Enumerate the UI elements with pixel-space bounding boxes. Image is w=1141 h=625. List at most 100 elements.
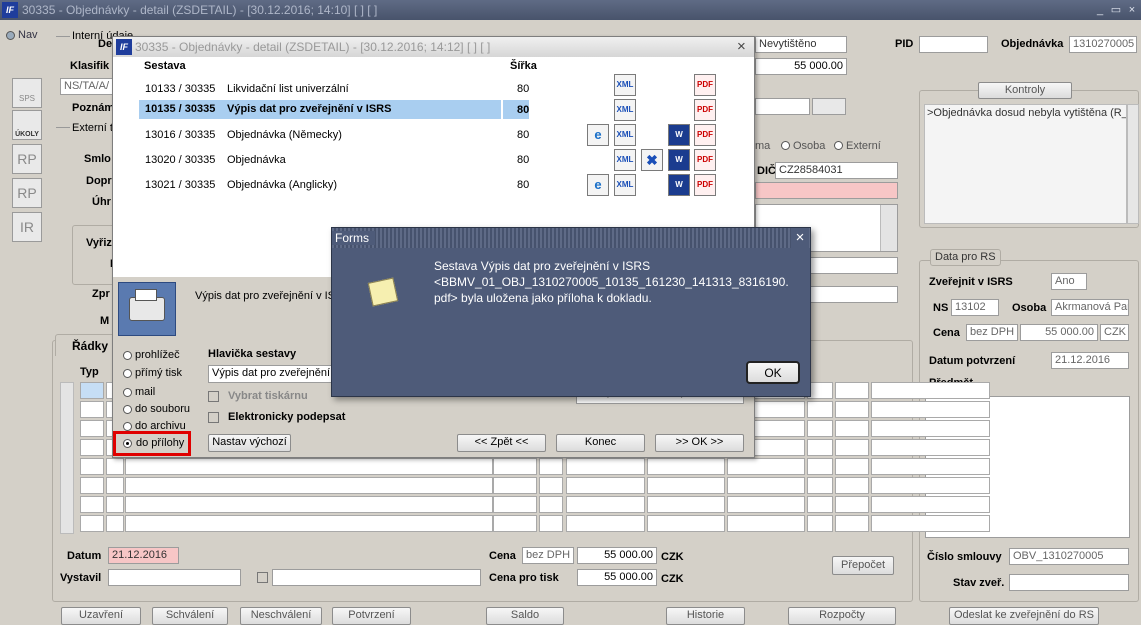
grid-cell[interactable] xyxy=(80,477,104,494)
grid-cell[interactable] xyxy=(493,496,537,513)
required-field[interactable] xyxy=(755,182,898,199)
grid-cell[interactable] xyxy=(871,420,990,437)
vystavil-field[interactable] xyxy=(108,569,241,586)
cena-field[interactable]: 55 000.00 xyxy=(577,547,657,564)
grid-cell[interactable] xyxy=(80,515,104,532)
grid-cell[interactable] xyxy=(871,458,990,475)
grid-cell[interactable] xyxy=(807,515,833,532)
grid-cell[interactable] xyxy=(727,477,805,494)
output-option[interactable]: mail xyxy=(121,386,191,400)
report-row-selected[interactable]: 10135 / 30335 Výpis dat pro zveřejnění v… xyxy=(139,100,501,119)
grid-cell[interactable] xyxy=(727,496,805,513)
grid-cell[interactable] xyxy=(835,515,869,532)
pid-field[interactable] xyxy=(919,36,988,53)
grid-cell[interactable] xyxy=(125,477,493,494)
restore-icon[interactable]: ▭ xyxy=(1109,3,1123,17)
nav-toggle[interactable]: Nav xyxy=(4,28,44,42)
tab-radky[interactable]: Řádky xyxy=(55,334,117,356)
grid-cell[interactable] xyxy=(835,496,869,513)
pdf-icon[interactable]: PDF xyxy=(694,149,716,171)
grid-cell[interactable] xyxy=(807,439,833,456)
grid-cell[interactable] xyxy=(647,496,725,513)
forms-dialog-close-icon[interactable]: × xyxy=(791,228,809,248)
grid-cell[interactable] xyxy=(566,496,645,513)
kontroly-button[interactable]: Kontroly xyxy=(978,82,1072,99)
rp-icon[interactable]: RP xyxy=(12,144,42,174)
zpet-button[interactable]: << Zpět << xyxy=(457,434,546,452)
grid-cell[interactable] xyxy=(539,458,563,475)
tasks-icon[interactable]: ÚKOLY xyxy=(12,110,42,140)
nav-radio-icon[interactable] xyxy=(6,31,15,40)
report-row[interactable]: 13016 / 30335 Objednávka (Německy) 80 xyxy=(139,125,739,145)
ok-report-button[interactable]: >> OK >> xyxy=(655,434,744,452)
extra-field-1[interactable] xyxy=(755,98,810,115)
vystavil-checkbox[interactable] xyxy=(257,572,268,583)
grid-cell[interactable] xyxy=(106,458,124,475)
grid-cell[interactable] xyxy=(871,496,990,513)
vystavil-name-field[interactable] xyxy=(272,569,481,586)
radio-osoba[interactable] xyxy=(781,141,790,150)
close-window-icon[interactable]: × xyxy=(1125,3,1139,17)
output-option-priloha[interactable]: do přílohy xyxy=(113,431,191,456)
grid-cell[interactable] xyxy=(493,458,537,475)
dic-field[interactable]: CZ28584031 xyxy=(775,162,898,179)
grid-cell[interactable] xyxy=(871,477,990,494)
nastav-vychozi-button[interactable]: Nastav výchozí xyxy=(208,434,291,452)
cena-dph-field[interactable]: bez DPH xyxy=(522,547,574,564)
grid-cell[interactable] xyxy=(807,477,833,494)
datum-potvrzeni-field[interactable]: 21.12.2016 xyxy=(1051,352,1129,369)
grid-cell[interactable] xyxy=(647,458,725,475)
stav-field[interactable]: Nevytištěno xyxy=(755,36,847,53)
rs-cena-dph-field[interactable]: bez DPH xyxy=(966,324,1018,341)
grid-cell[interactable] xyxy=(80,401,104,418)
grid-cell[interactable] xyxy=(539,477,563,494)
grid-cell[interactable] xyxy=(106,477,124,494)
radio-externi[interactable] xyxy=(834,141,843,150)
output-option[interactable]: přímý tisk xyxy=(121,367,191,381)
grid-cell[interactable] xyxy=(566,515,645,532)
schvaleni-button[interactable]: Schválení xyxy=(152,607,228,625)
grid-cell[interactable] xyxy=(871,401,990,418)
vybrat-tiskarnu-checkbox[interactable] xyxy=(208,391,219,402)
cross-icon[interactable]: ✖ xyxy=(641,149,663,171)
grid-cell[interactable] xyxy=(106,515,124,532)
grid-cell[interactable] xyxy=(566,458,645,475)
pdf-icon[interactable]: PDF xyxy=(694,99,716,121)
extra-field-2[interactable] xyxy=(812,98,846,115)
report-row[interactable]: 13021 / 30335 Objednávka (Anglicky) 80 xyxy=(139,175,739,195)
pdf-icon[interactable]: PDF xyxy=(694,74,716,96)
minimize-icon[interactable]: _ xyxy=(1093,3,1107,17)
address-scrollbar[interactable] xyxy=(880,205,897,251)
grid-cell[interactable] xyxy=(807,401,833,418)
amount-field[interactable]: 55 000.00 xyxy=(755,58,847,75)
kontroly-scrollbar[interactable] xyxy=(1127,104,1139,224)
grid-cell[interactable] xyxy=(80,496,104,513)
report-row[interactable]: 10133 / 30335 Likvidační list univerzáln… xyxy=(139,79,739,99)
pdf-icon[interactable]: PDF xyxy=(694,124,716,146)
grid-cell[interactable] xyxy=(647,477,725,494)
grid-cell[interactable] xyxy=(807,458,833,475)
grid-cell[interactable] xyxy=(80,382,104,399)
potvrzeni-button[interactable]: Potvrzení xyxy=(332,607,411,625)
grid-cell[interactable] xyxy=(835,439,869,456)
konec-button[interactable]: Konec xyxy=(556,434,645,452)
forms-ok-button[interactable]: OK xyxy=(746,361,800,384)
datum-field[interactable]: 21.12.2016 xyxy=(108,547,179,564)
grid-cell[interactable] xyxy=(835,458,869,475)
ns-ta-field[interactable]: NS/TA/A/ xyxy=(60,78,114,95)
historie-button[interactable]: Historie xyxy=(666,607,745,625)
grid-cell[interactable] xyxy=(106,496,124,513)
neschvaleni-button[interactable]: Neschválení xyxy=(240,607,322,625)
rs-currency-field[interactable]: CZK xyxy=(1100,324,1129,341)
rows-scrollbar[interactable] xyxy=(60,382,74,534)
odeslat-rs-button[interactable]: Odeslat ke zveřejnění do RS xyxy=(949,607,1099,625)
osoba-field[interactable]: Akrmanová Par xyxy=(1051,299,1129,316)
output-option[interactable]: do souboru xyxy=(121,403,191,417)
stav-zver-field[interactable] xyxy=(1009,574,1129,591)
grid-cell[interactable] xyxy=(80,420,104,437)
grid-cell[interactable] xyxy=(835,401,869,418)
ir-icon[interactable]: IR xyxy=(12,212,42,242)
prepocet-button[interactable]: Přepočet xyxy=(832,556,894,575)
grid-cell[interactable] xyxy=(125,458,493,475)
word-icon[interactable]: W xyxy=(668,124,690,146)
